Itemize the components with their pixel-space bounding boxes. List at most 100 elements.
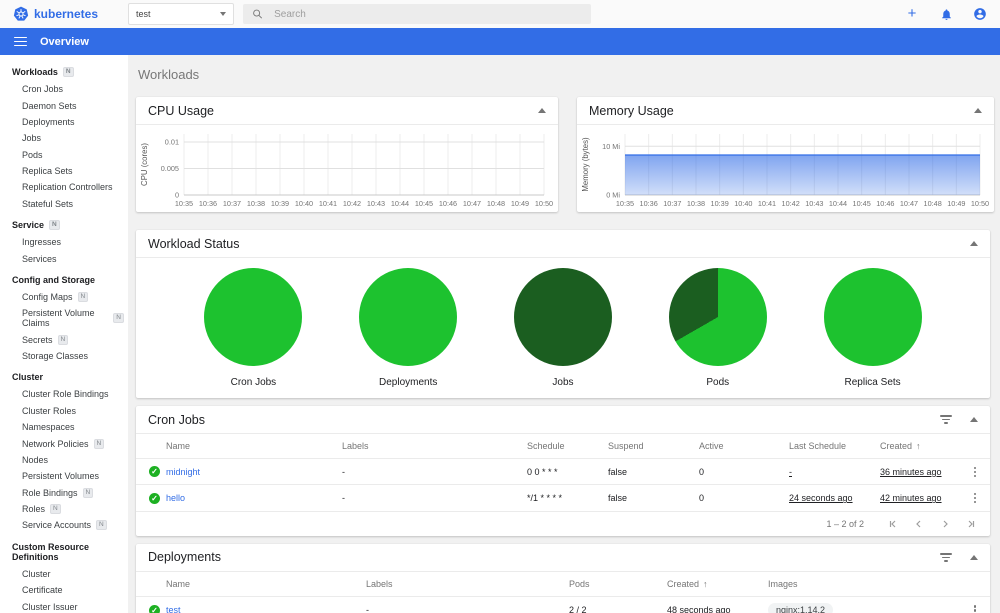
sidebar-item-deployments[interactable]: Deployments — [0, 114, 128, 130]
svg-text:10:47: 10:47 — [900, 199, 918, 208]
search-icon — [253, 9, 263, 19]
column-header-pods[interactable]: Pods — [565, 571, 663, 597]
column-header-last-schedule[interactable]: Last Schedule — [785, 434, 876, 459]
column-header-images[interactable]: Images — [764, 571, 960, 597]
account-button[interactable] — [972, 6, 988, 22]
resource-link[interactable]: midnight — [166, 467, 200, 477]
next-page-button[interactable] — [940, 519, 950, 529]
kubernetes-logo-icon — [13, 6, 29, 21]
filter-list-icon[interactable] — [940, 415, 952, 424]
collapse-icon[interactable] — [970, 554, 978, 560]
svg-text:10:41: 10:41 — [758, 199, 776, 208]
svg-text:10:41: 10:41 — [319, 199, 337, 208]
sidebar-item-secrets[interactable]: Secrets N — [0, 332, 128, 348]
sidebar-item-cluster-issuer[interactable]: Cluster Issuer — [0, 598, 128, 613]
sidebar-item-stateful-sets[interactable]: Stateful Sets — [0, 196, 128, 212]
last_schedule-value[interactable]: - — [789, 467, 792, 477]
collapse-icon[interactable] — [538, 108, 546, 113]
success-check-icon: ✓ — [149, 604, 160, 613]
svg-text:10:48: 10:48 — [487, 199, 505, 208]
last-page-button[interactable] — [966, 519, 976, 529]
svg-text:10:43: 10:43 — [367, 199, 385, 208]
collapse-icon[interactable] — [970, 417, 978, 422]
first-page-button[interactable] — [888, 519, 898, 529]
cpu-usage-card: CPU Usage 10:35 10:36 10:37 10:38 10:39 10:40… — [136, 97, 558, 212]
memory-usage-card: Memory Usage 10:35 10:36 10:37 10:38 10:39 10… — [577, 97, 994, 212]
sidebar-nav: Workloads N Cron Jobs Daemon Sets Deployment… — [0, 55, 128, 613]
column-header-suspend[interactable]: Suspend — [604, 434, 695, 459]
svg-text:10:46: 10:46 — [439, 199, 457, 208]
sidebar-item-replication-controllers[interactable]: Replication Controllers — [0, 179, 128, 195]
svg-text:10:49: 10:49 — [511, 199, 529, 208]
resource-link[interactable]: hello — [166, 493, 185, 503]
deployments-title: Deployments — [148, 550, 221, 565]
search-bar[interactable] — [243, 4, 591, 24]
row-actions-button[interactable] — [964, 466, 986, 478]
row-actions-button[interactable] — [964, 604, 986, 613]
sidebar-item-role-bindings[interactable]: Role Bindings N — [0, 485, 128, 501]
svg-text:10:40: 10:40 — [295, 199, 313, 208]
sidebar-item-namespaces[interactable]: Namespaces — [0, 419, 128, 435]
sidebar-section-service: Service N — [0, 216, 128, 234]
collapse-icon[interactable] — [970, 241, 978, 246]
cron-jobs-card: Cron Jobs Name Labels Schedule Suspend Activ… — [136, 406, 990, 536]
pie-chart — [668, 268, 767, 366]
search-input[interactable] — [272, 7, 582, 21]
sidebar-item-nodes[interactable]: Nodes — [0, 452, 128, 468]
cpu-usage-chart: 10:35 10:36 10:37 10:38 10:39 10:40 10:41 10:42… — [136, 125, 558, 214]
deployments-table: Name Labels Pods Created ↑ Images ✓ test -2 / 24… — [136, 571, 990, 613]
column-header-labels[interactable]: Labels — [338, 434, 523, 459]
column-header-name[interactable]: Name — [162, 571, 362, 597]
resource-link[interactable]: test — [166, 605, 181, 613]
sidebar-item-persistent-volume-claims[interactable]: Persistent Volume Claims N — [0, 305, 128, 331]
sidebar-item-daemon-sets[interactable]: Daemon Sets — [0, 97, 128, 113]
sidebar-item-certificate[interactable]: Certificate — [0, 582, 128, 598]
column-header-schedule[interactable]: Schedule — [523, 434, 604, 459]
sidebar-item-persistent-volumes[interactable]: Persistent Volumes — [0, 468, 128, 484]
namespace-select[interactable]: test — [128, 3, 234, 25]
notifications-button[interactable] — [938, 6, 954, 22]
chevron-left-icon — [916, 520, 921, 528]
created-value[interactable]: 48 seconds ago — [667, 605, 731, 613]
column-header-created[interactable]: Created ↑ — [876, 434, 960, 459]
created-value[interactable]: 42 minutes ago — [880, 493, 942, 503]
prev-page-button[interactable] — [914, 519, 924, 529]
sidebar-item-cron-jobs[interactable]: Cron Jobs — [0, 81, 128, 97]
namespaced-badge: N — [57, 334, 69, 345]
sidebar-item-cluster-roles[interactable]: Cluster Roles — [0, 403, 128, 419]
workload-pie-jobs: Jobs — [486, 268, 641, 388]
column-header-name[interactable]: Name — [162, 434, 338, 459]
menu-button[interactable] — [14, 36, 27, 47]
created-value[interactable]: 36 minutes ago — [880, 467, 942, 477]
svg-text:10:44: 10:44 — [391, 199, 409, 208]
memory-card-title: Memory Usage — [589, 103, 674, 118]
create-resource-button[interactable]: + — [904, 6, 920, 22]
pie-chart — [204, 268, 303, 366]
sidebar-item-network-policies[interactable]: Network Policies N — [0, 435, 128, 451]
sidebar-item-storage-classes[interactable]: Storage Classes — [0, 348, 128, 364]
row-actions-button[interactable] — [964, 492, 986, 504]
column-header-labels[interactable]: Labels — [362, 571, 565, 597]
last_schedule-value[interactable]: 24 seconds ago — [789, 493, 853, 503]
svg-text:10:46: 10:46 — [876, 199, 894, 208]
sidebar-item-jobs[interactable]: Jobs — [0, 130, 128, 146]
pagination: 1 – 2 of 2 — [136, 512, 990, 536]
column-header-active[interactable]: Active — [695, 434, 785, 459]
sidebar-item-cluster-role-bindings[interactable]: Cluster Role Bindings — [0, 386, 128, 402]
sidebar-item-replica-sets[interactable]: Replica Sets — [0, 163, 128, 179]
sidebar-item-pods[interactable]: Pods — [0, 147, 128, 163]
sidebar-item-service-accounts[interactable]: Service Accounts N — [0, 517, 128, 533]
sidebar-item-ingresses[interactable]: Ingresses — [0, 234, 128, 250]
namespaced-badge: N — [49, 220, 60, 230]
sidebar-item-roles[interactable]: Roles N — [0, 501, 128, 517]
sidebar-item-services[interactable]: Services — [0, 250, 128, 266]
svg-text:10:39: 10:39 — [271, 199, 289, 208]
column-header-created[interactable]: Created ↑ — [663, 571, 764, 597]
svg-text:0.005: 0.005 — [161, 164, 179, 173]
sidebar-item-config-maps[interactable]: Config Maps N — [0, 289, 128, 305]
filter-list-icon[interactable] — [940, 553, 952, 562]
pie-label: Replica Sets — [844, 377, 901, 388]
svg-text:10:45: 10:45 — [415, 199, 433, 208]
collapse-icon[interactable] — [974, 108, 982, 113]
sidebar-item-cluster[interactable]: Cluster — [0, 566, 128, 582]
